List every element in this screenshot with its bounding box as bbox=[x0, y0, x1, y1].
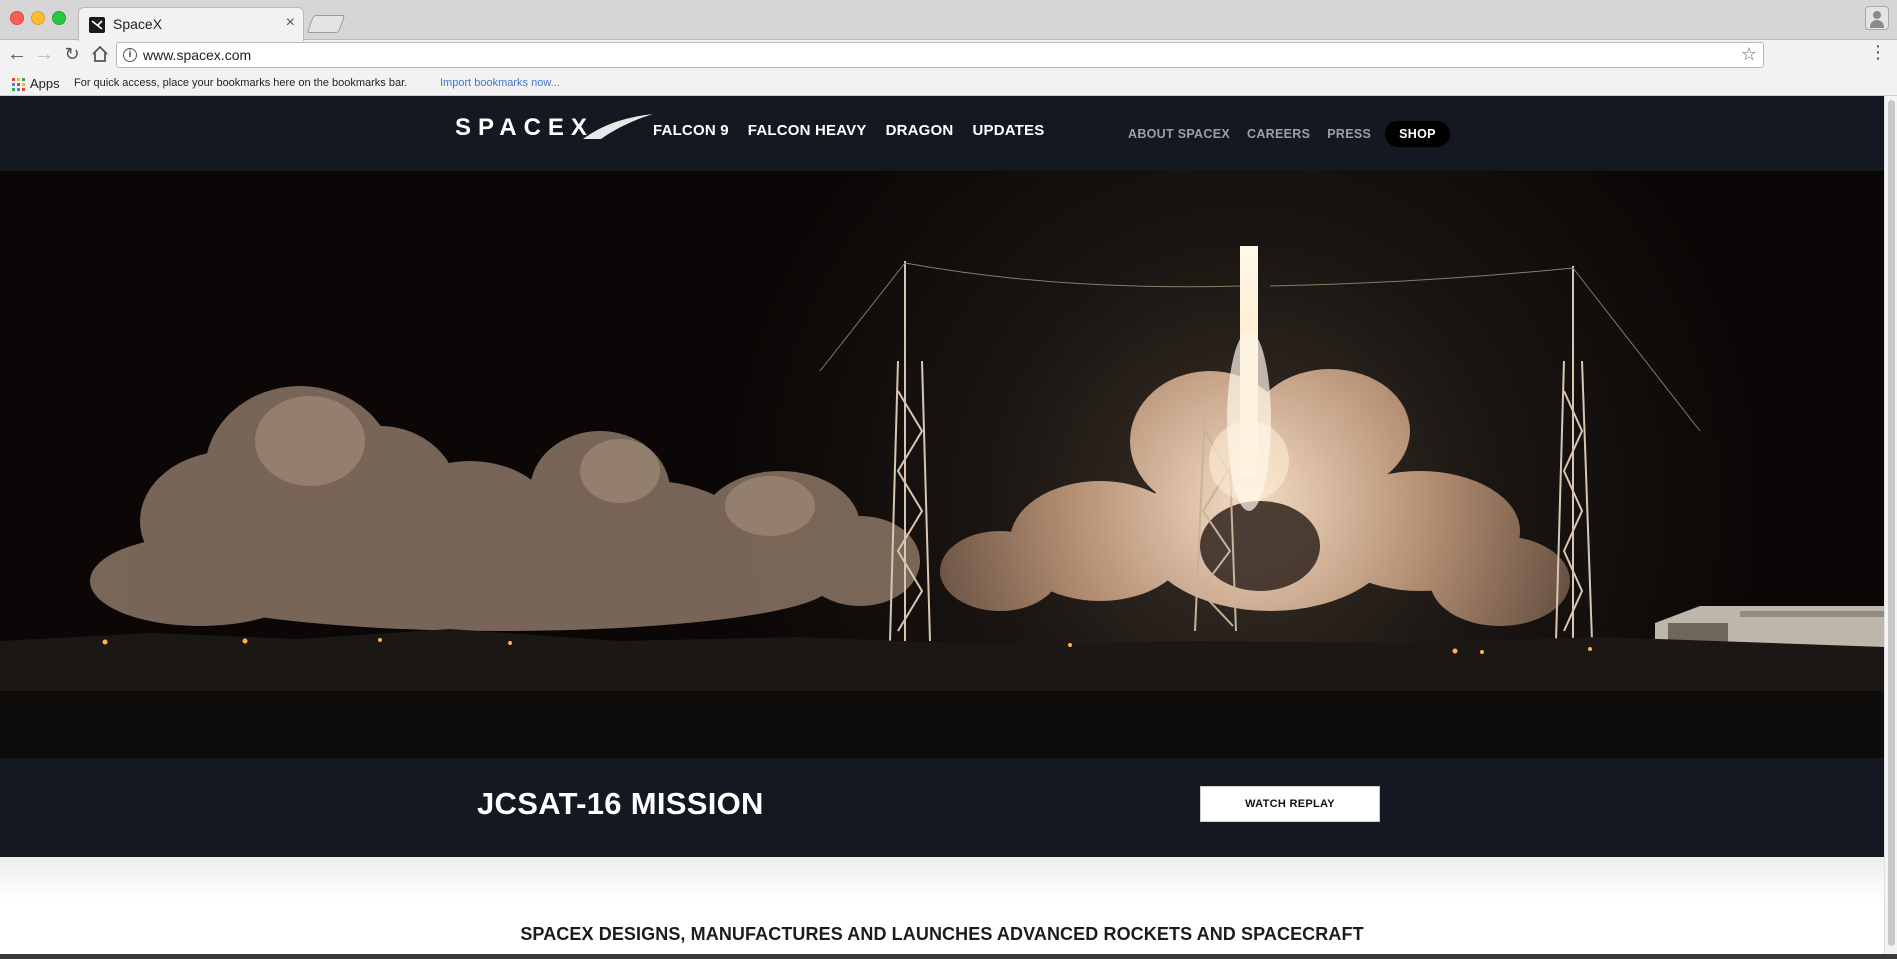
tab-strip: SpaceX × bbox=[0, 0, 1897, 41]
apps-grid-icon[interactable] bbox=[12, 78, 25, 91]
spacex-logo[interactable]: SPACEX bbox=[455, 113, 655, 148]
zoom-window-button[interactable] bbox=[52, 11, 66, 25]
mission-title: JCSAT-16 MISSION bbox=[477, 786, 764, 821]
intro-section: SPACEX DESIGNS, MANUFACTURES AND LAUNCHE… bbox=[0, 857, 1884, 954]
browser-menu-icon[interactable]: ⋮ bbox=[1869, 42, 1887, 63]
dark-smoke bbox=[1200, 501, 1320, 591]
reload-icon[interactable]: ↻ bbox=[61, 43, 83, 65]
scrollbar-thumb[interactable] bbox=[1888, 100, 1895, 946]
logo-wordmark: SPACEX bbox=[455, 114, 594, 141]
minimize-window-button[interactable] bbox=[31, 11, 45, 25]
nav-falcon-9[interactable]: FALCON 9 bbox=[653, 122, 729, 139]
apps-shortcut[interactable]: Apps bbox=[30, 76, 60, 91]
watch-replay-button[interactable]: WATCH REPLAY bbox=[1200, 786, 1380, 822]
import-bookmarks-link[interactable]: Import bookmarks now... bbox=[440, 77, 560, 89]
home-icon[interactable] bbox=[89, 43, 111, 65]
tab-close-icon[interactable]: × bbox=[286, 14, 295, 32]
nav-about-spacex[interactable]: ABOUT SPACEX bbox=[1128, 127, 1230, 141]
nav-updates[interactable]: UPDATES bbox=[972, 122, 1044, 139]
window-bottom-edge bbox=[0, 954, 1897, 959]
nav-falcon-heavy[interactable]: FALCON HEAVY bbox=[748, 122, 867, 139]
back-arrow-icon[interactable]: ← bbox=[6, 43, 28, 65]
url-text: www.spacex.com bbox=[143, 47, 252, 63]
profile-icon[interactable] bbox=[1865, 6, 1889, 30]
page-viewport: SPACEX FALCON 9 FALCON HEAVY DRAGON UPDA… bbox=[0, 96, 1884, 954]
close-window-button[interactable] bbox=[10, 11, 24, 25]
shop-button[interactable]: SHOP bbox=[1385, 121, 1450, 147]
browser-tab-active[interactable]: SpaceX × bbox=[78, 7, 304, 41]
main-nav: FALCON 9 FALCON HEAVY DRAGON UPDATES bbox=[653, 122, 1044, 139]
browser-toolbar: ← → ↻ i www.spacex.com ☆ ⋮ bbox=[0, 40, 1897, 70]
site-info-icon[interactable]: i bbox=[123, 48, 137, 62]
browser-chrome: SpaceX × ← → ↻ i www.spacex.com ☆ ⋮ Apps… bbox=[0, 0, 1897, 96]
mission-banner: JCSAT-16 MISSION WATCH REPLAY bbox=[0, 758, 1884, 857]
bookmarks-bar: Apps For quick access, place your bookma… bbox=[0, 72, 1897, 96]
tab-title: SpaceX bbox=[113, 16, 163, 32]
site-header: SPACEX FALCON 9 FALCON HEAVY DRAGON UPDA… bbox=[0, 96, 1884, 171]
intro-heading: SPACEX DESIGNS, MANUFACTURES AND LAUNCHE… bbox=[520, 924, 1364, 944]
bookmarks-hint-text: For quick access, place your bookmarks h… bbox=[74, 77, 408, 89]
hero-image bbox=[0, 171, 1884, 758]
secondary-nav: ABOUT SPACEX CAREERS PRESS SHOP bbox=[1128, 121, 1450, 147]
spacex-favicon-icon bbox=[89, 17, 105, 33]
nav-press[interactable]: PRESS bbox=[1327, 127, 1371, 141]
address-bar[interactable]: i www.spacex.com ☆ bbox=[116, 42, 1764, 68]
forward-arrow-icon[interactable]: → bbox=[33, 43, 55, 65]
nav-dragon[interactable]: DRAGON bbox=[886, 122, 954, 139]
new-tab-button[interactable] bbox=[306, 15, 346, 33]
bookmark-star-icon[interactable]: ☆ bbox=[1741, 44, 1757, 65]
nav-careers[interactable]: CAREERS bbox=[1247, 127, 1310, 141]
page-scrollbar[interactable] bbox=[1884, 96, 1897, 954]
